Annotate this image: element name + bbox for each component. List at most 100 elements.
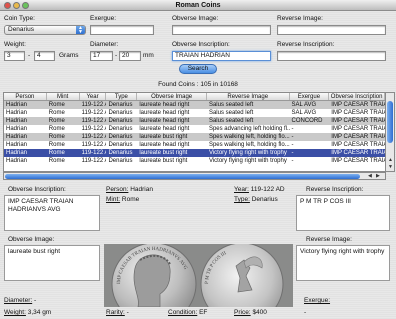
column-header-obverse-image[interactable]: Obverse Image bbox=[137, 93, 207, 100]
column-header-exergue[interactable]: Exergue bbox=[290, 93, 330, 100]
price-value: $400 bbox=[252, 309, 267, 316]
table-cell: laureate head right bbox=[139, 102, 190, 108]
table-body: HadrianRome119-122 ADDenariuslaureate he… bbox=[4, 101, 385, 165]
table-cell: Hadrian bbox=[6, 118, 28, 124]
column-header-type[interactable]: Type bbox=[106, 93, 138, 100]
weight-min-input[interactable]: 3 bbox=[4, 51, 25, 61]
reverse-inscription-label: Reverse Inscription: bbox=[277, 41, 335, 48]
table-horizontal-scrollbar[interactable]: ◀ ▶ bbox=[3, 172, 386, 180]
table-cell: Salus seated left bbox=[208, 102, 254, 108]
vertical-scroll-thumb[interactable] bbox=[387, 101, 393, 143]
column-header-obverse-inscription[interactable]: Obverse Inscription bbox=[329, 93, 385, 100]
table-cell: Victory flying right with trophy bbox=[208, 158, 287, 164]
weight-detail-label: Weight: bbox=[4, 309, 26, 316]
table-cell: laureate head right bbox=[139, 142, 190, 148]
table-cell: Rome bbox=[48, 158, 65, 164]
diameter-max-input[interactable]: 20 bbox=[119, 51, 141, 61]
table-vertical-scrollbar[interactable]: ▲ ▼ bbox=[386, 92, 395, 172]
detail-mint: Mint: Rome bbox=[106, 196, 139, 203]
horizontal-scroll-thumb[interactable] bbox=[5, 174, 360, 179]
column-header-person[interactable]: Person bbox=[4, 93, 47, 100]
coin-photo: IMP CAESAR TRAIAN HADRIANVS AVG P M TR P… bbox=[104, 244, 293, 307]
column-header-year[interactable]: Year bbox=[80, 93, 107, 100]
table-row[interactable]: Hadrian Rome 119-122 ADDenarius laureate bu… bbox=[4, 157, 385, 165]
coin-photo-svg: IMP CAESAR TRAIAN HADRIANVS AVG P M TR P… bbox=[111, 244, 284, 307]
search-button[interactable]: Search bbox=[179, 64, 217, 74]
table-cell: IMP CAESAR TRAIAN HADRI... bbox=[331, 134, 385, 140]
diameter-label: Diameter: bbox=[4, 297, 33, 304]
table-cell: Spes advancing left holding fl... bbox=[208, 126, 290, 132]
detail-year: Year: 119-122 AD bbox=[234, 186, 285, 193]
table-cell: - bbox=[291, 158, 294, 164]
detail-reverse-image-value: Victory flying right with trophy bbox=[300, 248, 385, 255]
obverse-inscription-input[interactable]: TRAIAN HADRIAN bbox=[172, 51, 271, 61]
coin-type-select[interactable]: Denarius ▲ ▼ bbox=[4, 25, 86, 35]
diameter-label: Diameter: bbox=[90, 41, 119, 48]
exergue-detail-label: Exergue: bbox=[304, 297, 331, 304]
table-cell: 119-122 AD bbox=[81, 126, 107, 132]
table-cell: IMP CAESAR TRAIAN HADRI... bbox=[331, 150, 385, 156]
table-row[interactable]: Hadrian Rome 119-122 ADDenarius laureate he… bbox=[4, 117, 385, 125]
table-cell: Hadrian bbox=[6, 102, 28, 108]
table-cell: laureate head right bbox=[139, 118, 190, 124]
table-row[interactable]: Hadrian Rome 119-122 ADDenarius laureate he… bbox=[4, 141, 385, 149]
exergue-input[interactable] bbox=[90, 25, 154, 35]
table-row[interactable]: Hadrian Rome 119-122 ADDenarius laureate he… bbox=[4, 125, 385, 133]
table-cell: Salus seated left bbox=[208, 110, 254, 116]
table-cell: Rome bbox=[48, 150, 65, 156]
scroll-right-arrow-icon[interactable]: ▶ bbox=[376, 173, 380, 179]
table-cell: Denarius bbox=[108, 126, 133, 132]
mint-label: Mint: bbox=[106, 196, 121, 203]
table-cell: IMP CAESAR TRAIAN HADRI... bbox=[331, 142, 385, 148]
minimize-window-button[interactable] bbox=[13, 2, 20, 9]
person-value: Hadrian bbox=[130, 186, 153, 193]
table-cell: CONCORD bbox=[291, 118, 323, 124]
table-cell: Spes walking left, holding flo... bbox=[208, 142, 290, 148]
close-window-button[interactable] bbox=[4, 2, 11, 9]
detail-reverse-image-label: Reverse Image: bbox=[306, 236, 352, 243]
coin-type-label: Coin Type: bbox=[4, 15, 35, 22]
type-value: Denarius bbox=[251, 196, 278, 203]
column-header-reverse-image[interactable]: Reverse Image bbox=[207, 93, 290, 100]
reverse-image-input[interactable] bbox=[277, 25, 386, 35]
weight-label: Weight: bbox=[4, 41, 26, 48]
weight-range-dash: - bbox=[28, 52, 31, 59]
column-header-mint[interactable]: Mint bbox=[47, 93, 80, 100]
table-cell: Hadrian bbox=[6, 142, 28, 148]
table-cell: IMP CAESAR TRAIAN HADRI... bbox=[331, 126, 385, 132]
exergue-label: Exergue: bbox=[90, 15, 117, 22]
detail-obverse-image-label: Obverse Image: bbox=[8, 236, 55, 243]
price-label: Price: bbox=[234, 309, 251, 316]
diameter-range-dash: - bbox=[115, 52, 118, 59]
table-cell: - bbox=[291, 142, 294, 148]
table-row[interactable]: Hadrian Rome 119-122 ADDenarius laureate bu… bbox=[4, 133, 385, 141]
scroll-down-arrow-icon[interactable]: ▼ bbox=[388, 164, 393, 170]
table-cell: Denarius bbox=[108, 134, 133, 140]
table-cell: Rome bbox=[48, 134, 65, 140]
obverse-image-label: Obverse Image: bbox=[172, 15, 219, 22]
detail-obverse-image-box: laureate bust right bbox=[4, 245, 100, 281]
scroll-up-arrow-icon[interactable]: ▲ bbox=[388, 157, 393, 163]
weight-max-input[interactable]: 4 bbox=[34, 51, 55, 61]
obverse-image-input[interactable] bbox=[172, 25, 271, 35]
diameter-min-input[interactable]: 17 bbox=[90, 51, 113, 61]
scroll-left-arrow-icon[interactable]: ◀ bbox=[368, 173, 372, 179]
table-row[interactable]: Hadrian Rome 119-122 ADDenarius laureate he… bbox=[4, 101, 385, 109]
table-row[interactable]: Hadrian Rome 119-122 ADDenarius laureate he… bbox=[4, 109, 385, 117]
detail-person: Person: Hadrian bbox=[106, 186, 153, 193]
reverse-inscription-input[interactable] bbox=[277, 51, 386, 61]
zoom-window-button[interactable] bbox=[22, 2, 29, 9]
obverse-inscription-label: Obverse Inscription: bbox=[172, 41, 230, 48]
table-cell: Denarius bbox=[108, 142, 133, 148]
table-cell: - bbox=[291, 126, 294, 132]
condition-label: Condition: bbox=[168, 309, 198, 316]
table-cell: Hadrian bbox=[6, 110, 28, 116]
detail-reverse-inscription-box: P M TR P COS III bbox=[296, 195, 390, 231]
diameter-unit: mm bbox=[143, 52, 154, 59]
person-label: Person: bbox=[106, 186, 129, 193]
weight-unit: Grams bbox=[59, 52, 79, 59]
table-row[interactable]: Hadrian Rome 119-122 ADDenarius laureate bu… bbox=[4, 149, 385, 157]
detail-reverse-inscription-value: P M TR P COS III bbox=[300, 198, 351, 205]
detail-obverse-inscription-label: Obverse Inscription: bbox=[8, 186, 66, 193]
table-cell: IMP CAESAR TRAIAN HADRI... bbox=[331, 102, 385, 108]
